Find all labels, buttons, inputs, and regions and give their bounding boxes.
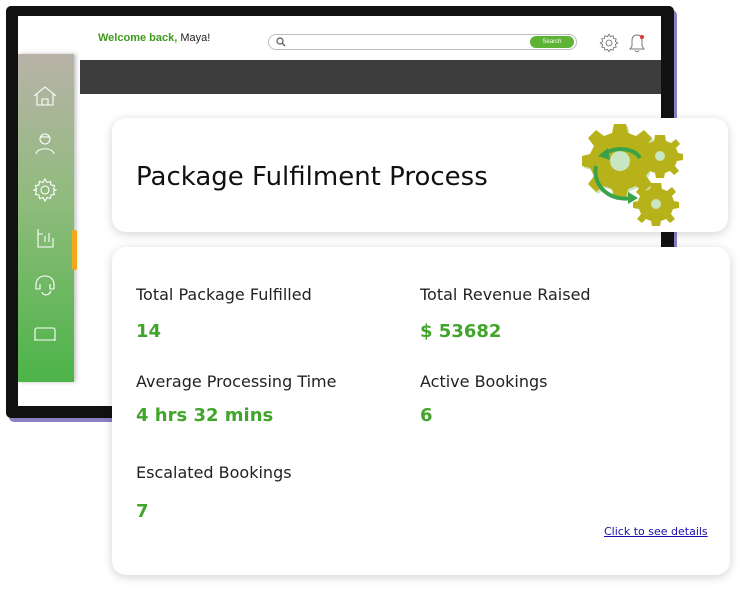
search-input[interactable] [291, 36, 521, 48]
home-icon[interactable] [31, 82, 59, 110]
search-icon [276, 37, 286, 47]
total-revenue-value: $ 53682 [420, 321, 502, 342]
welcome-prefix: Welcome back, [98, 32, 178, 44]
escalated-bookings-label: Escalated Bookings [136, 463, 292, 482]
search-bar: Search [268, 34, 577, 50]
see-details-link[interactable]: Click to see details [604, 525, 708, 538]
notification-bell-icon[interactable] [627, 32, 647, 54]
avg-time-label: Average Processing Time [136, 372, 337, 391]
sidebar [18, 54, 74, 382]
total-package-label: Total Package Fulfilled [136, 285, 312, 304]
top-bar: Welcome back, Maya! Search [18, 16, 661, 60]
chart-icon[interactable] [31, 224, 59, 252]
screen-icon[interactable] [31, 320, 59, 348]
search-button[interactable]: Search [530, 36, 574, 48]
total-revenue-label: Total Revenue Raised [420, 285, 591, 304]
stats-card: Total Package Fulfilled 14 Total Revenue… [112, 247, 730, 575]
header-band [80, 60, 661, 94]
user-name: Maya! [180, 32, 211, 44]
avg-time-value: 4 hrs 32 mins [136, 405, 274, 426]
welcome-message: Welcome back, Maya! [98, 32, 210, 44]
page-title: Package Fulfilment Process [136, 162, 488, 192]
active-bookings-label: Active Bookings [420, 372, 548, 391]
gear-icon[interactable] [31, 176, 59, 204]
support-icon[interactable] [31, 272, 59, 300]
active-bookings-value: 6 [420, 405, 433, 426]
gears-process-icon [582, 124, 683, 226]
user-icon[interactable] [31, 129, 59, 157]
escalated-bookings-value: 7 [136, 501, 149, 522]
active-nav-indicator [72, 230, 77, 270]
title-card: Package Fulfilment Process [112, 118, 728, 232]
settings-gear-icon[interactable] [598, 32, 620, 54]
total-package-value: 14 [136, 321, 162, 342]
